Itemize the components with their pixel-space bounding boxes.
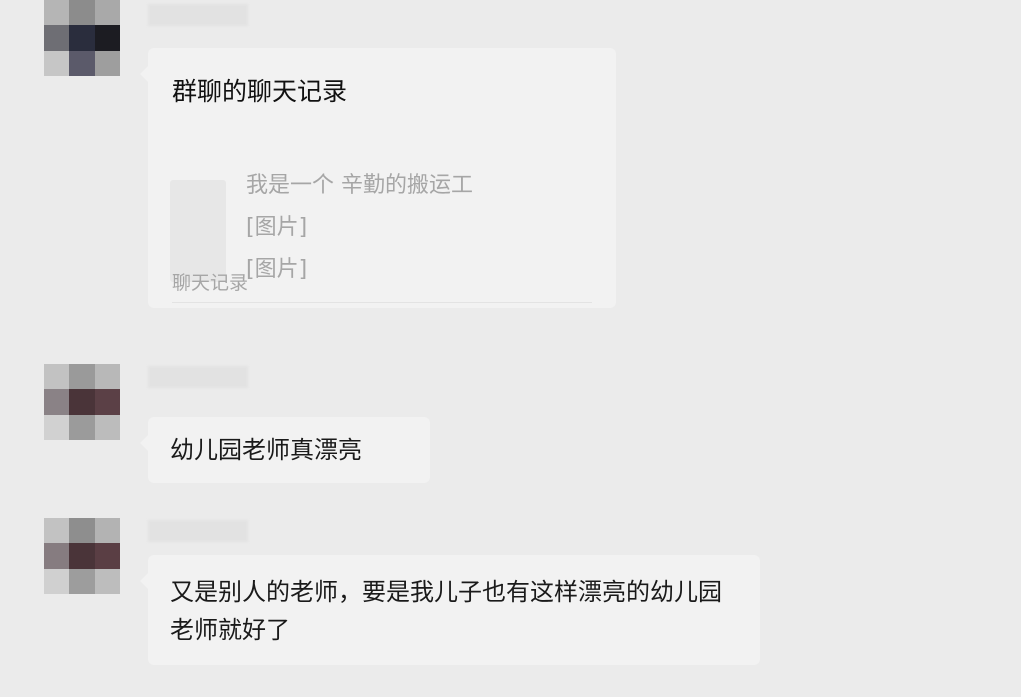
avatar[interactable] — [44, 364, 120, 440]
bubble-tail — [140, 573, 148, 589]
message-bubble[interactable]: 又是别人的老师，要是我儿子也有这样漂亮的幼儿园老师就好了 — [140, 555, 760, 665]
message-bubble[interactable]: 幼儿园老师真漂亮 — [140, 417, 430, 483]
chat-record-preview-line: [图片] — [246, 215, 308, 240]
divider — [172, 302, 592, 303]
chat-record-footer: 聊天记录 — [172, 272, 249, 294]
chat-record-preview-line: [图片] — [246, 257, 308, 282]
sender-name-blurred — [148, 520, 248, 542]
message-text: 又是别人的老师，要是我儿子也有这样漂亮的幼儿园老师就好了 — [170, 578, 722, 644]
sender-name-blurred — [148, 4, 248, 26]
bubble-tail — [140, 66, 148, 82]
sender-name-blurred — [148, 366, 248, 388]
avatar[interactable] — [44, 0, 120, 76]
message-text: 幼儿园老师真漂亮 — [170, 436, 362, 464]
bubble-tail — [140, 435, 148, 451]
chat-record-thumbnail — [170, 180, 226, 282]
chat-record-preview-line: 我是一个 辛勤的搬运工 — [246, 173, 473, 198]
chat-record-title: 群聊的聊天记录 — [172, 77, 348, 106]
avatar[interactable] — [44, 518, 120, 594]
